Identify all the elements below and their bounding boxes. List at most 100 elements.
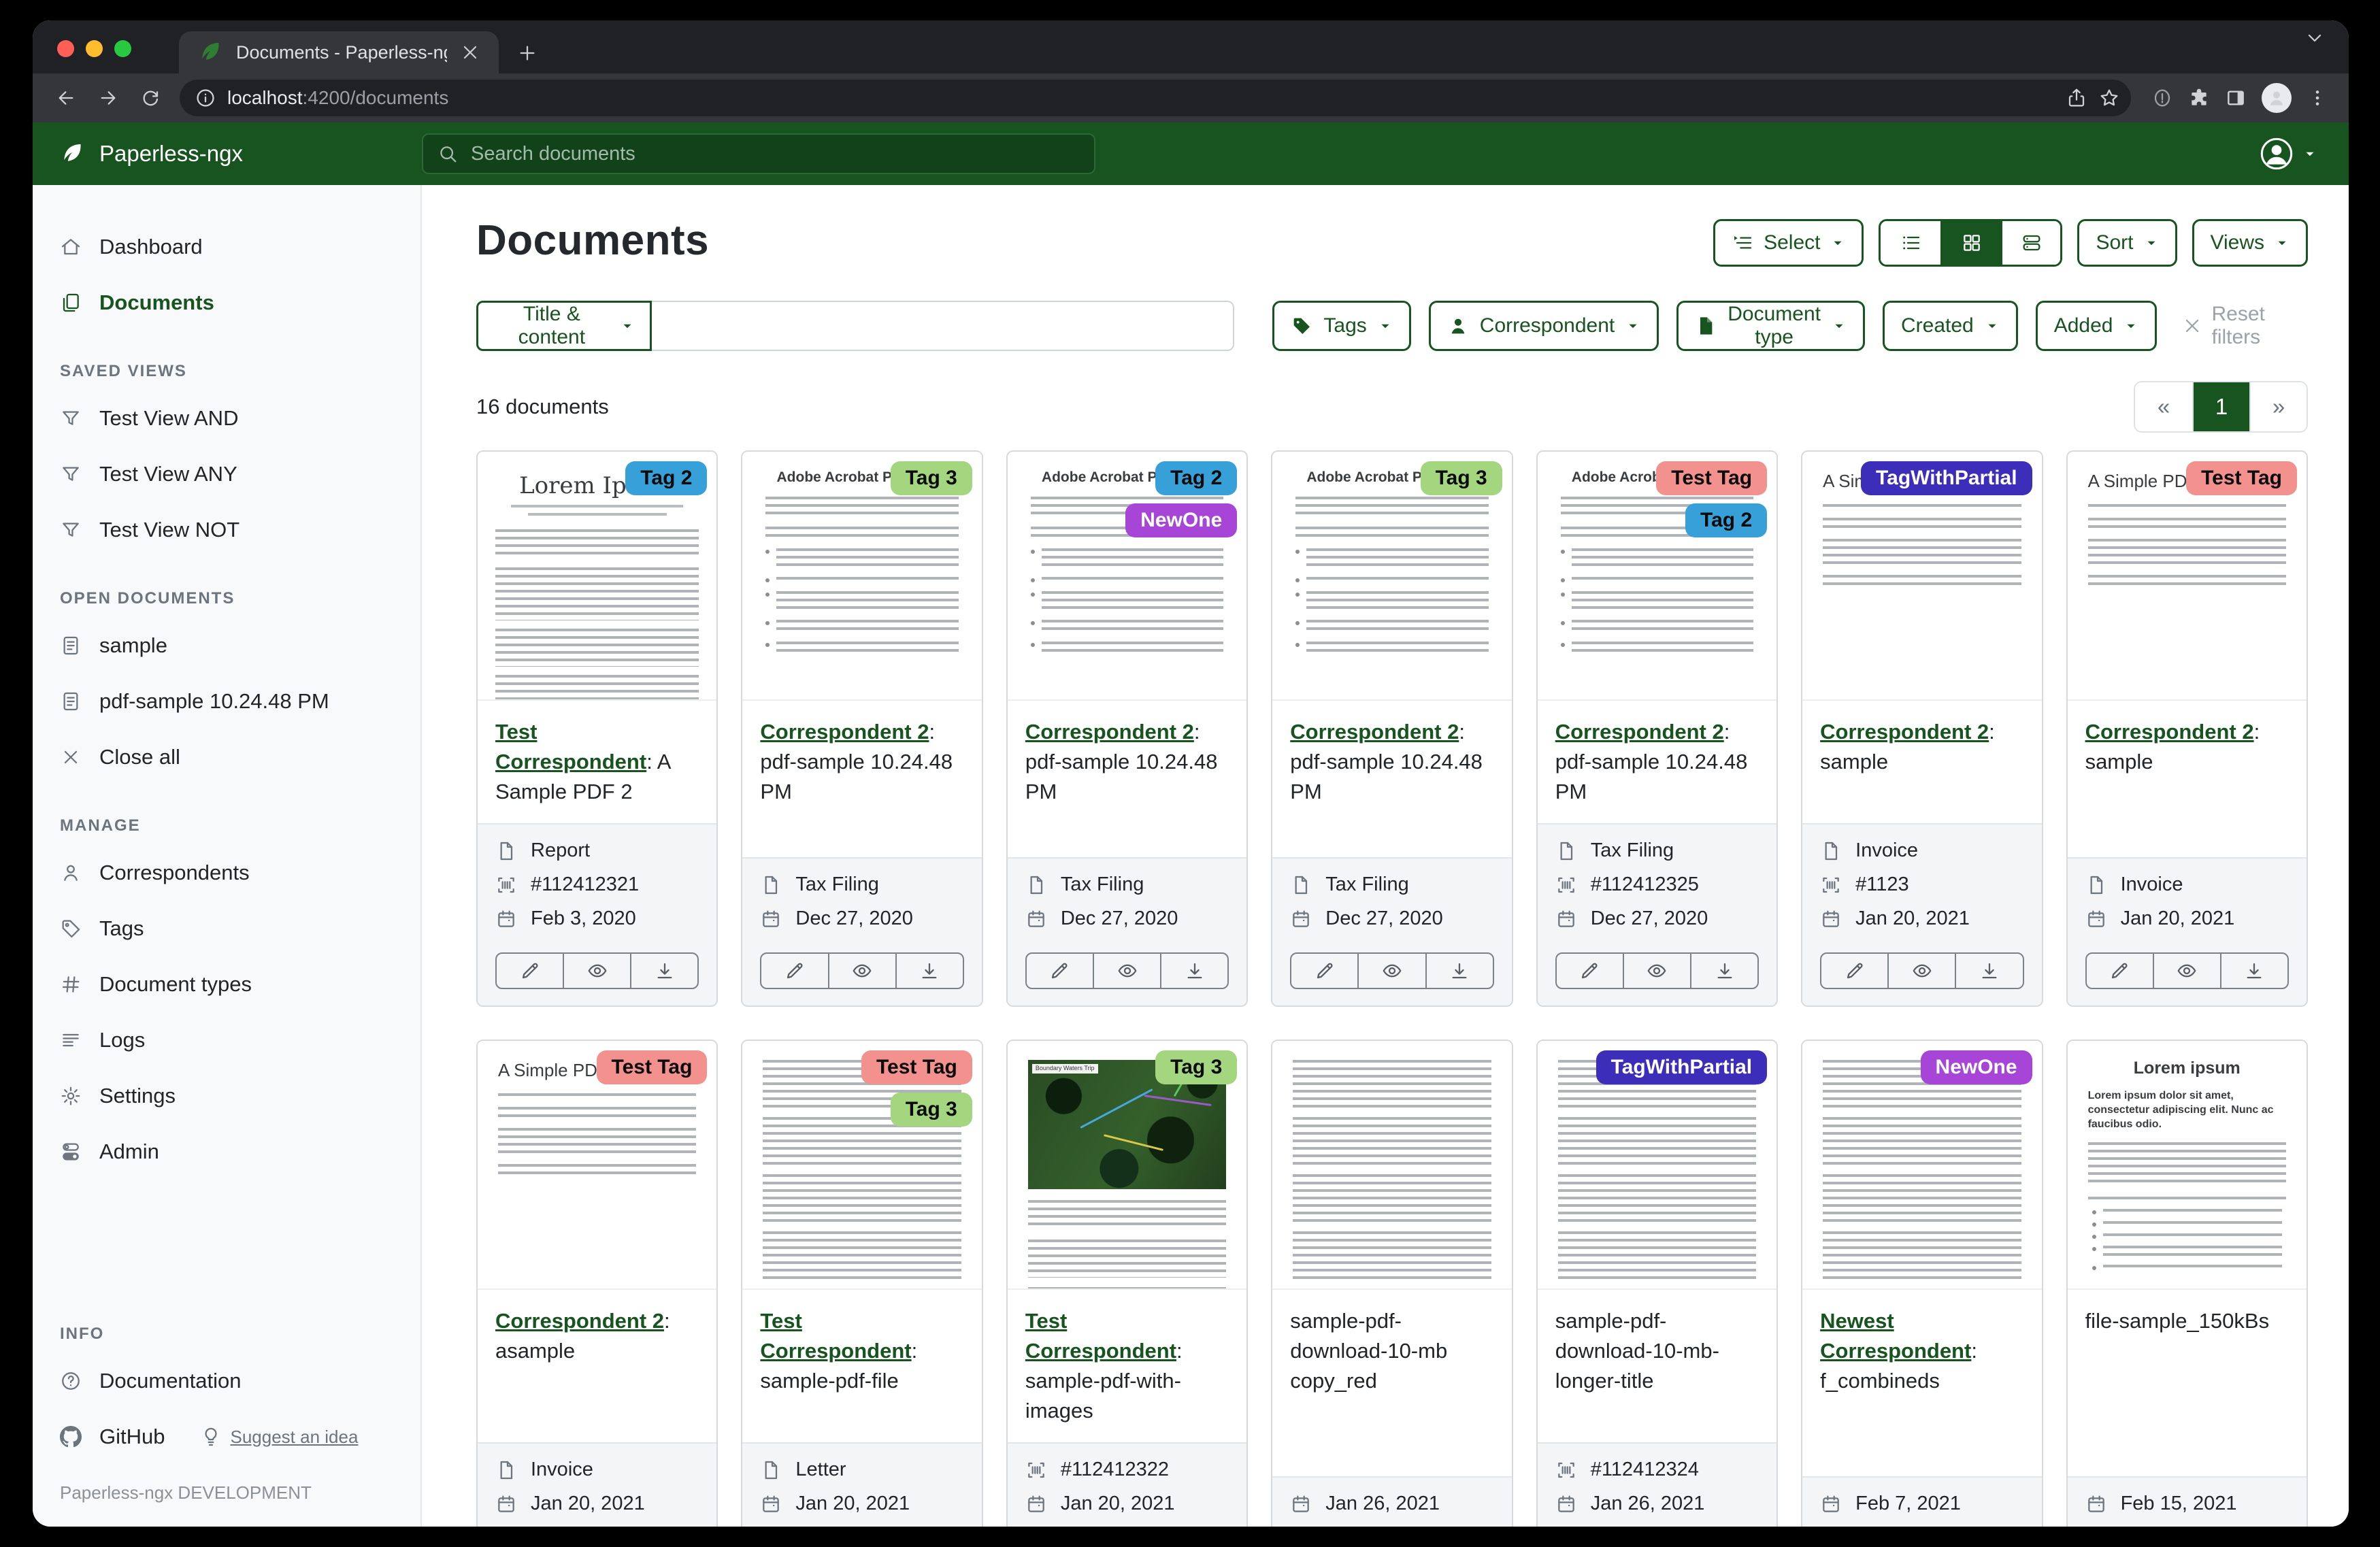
correspondent-link[interactable]: Correspondent 2 bbox=[1555, 720, 1724, 744]
filter-chip-document-type[interactable]: Document type bbox=[1676, 301, 1865, 351]
document-card[interactable]: Tag 2Lorem Ipsum Test Correspondent: A S… bbox=[476, 450, 718, 1007]
bookmark-star-icon[interactable] bbox=[2098, 87, 2120, 109]
pagination-next-button[interactable]: » bbox=[2249, 382, 2307, 431]
document-card[interactable]: Tag 2NewOneAdobe Acrobat PDF Files Corre… bbox=[1006, 450, 1248, 1007]
edit-button[interactable] bbox=[1290, 952, 1359, 989]
document-thumbnail[interactable]: Tag 3Adobe Acrobat PDF Files bbox=[742, 452, 981, 701]
correspondent-link[interactable]: Correspondent 2 bbox=[760, 720, 929, 744]
document-thumbnail[interactable] bbox=[1272, 1041, 1511, 1290]
view-button[interactable] bbox=[1623, 952, 1691, 989]
minimize-window-button[interactable] bbox=[86, 40, 103, 57]
address-bar[interactable]: localhost:4200/documents bbox=[180, 80, 2131, 116]
tag-badge[interactable]: Tag 2 bbox=[1155, 461, 1237, 495]
tag-badge[interactable]: Tag 2 bbox=[625, 461, 707, 495]
browser-menu-icon[interactable] bbox=[2307, 87, 2328, 109]
download-button[interactable] bbox=[630, 952, 699, 989]
document-thumbnail[interactable]: Test TagTag 2Adobe Acrobat PDF Files bbox=[1538, 452, 1776, 701]
document-thumbnail[interactable]: Test Tag Tag 3 bbox=[742, 1041, 981, 1290]
title-content-filter-button[interactable]: Title & content bbox=[476, 301, 652, 351]
correspondent-link[interactable]: Test Correspondent bbox=[495, 720, 646, 774]
user-menu[interactable] bbox=[2259, 136, 2349, 171]
document-card[interactable]: Tag 3Adobe Acrobat PDF Files Corresponde… bbox=[741, 450, 982, 1007]
correspondent-link[interactable]: Newest Correspondent bbox=[1820, 1309, 1971, 1363]
download-button[interactable] bbox=[1425, 952, 1494, 989]
document-card[interactable]: Lorem ipsum Lorem ipsum dolor sit amet, … bbox=[2066, 1039, 2308, 1527]
document-card[interactable]: TagWithPartialA Simple PDF File Correspo… bbox=[1801, 450, 2043, 1007]
document-card[interactable]: NewOne Newest Correspondent: f_combineds… bbox=[1801, 1039, 2043, 1527]
document-thumbnail[interactable]: Tag 3Boundary Waters Trip bbox=[1008, 1041, 1246, 1290]
sidebar-item-correspondents[interactable]: Correspondents bbox=[33, 845, 420, 901]
document-thumbnail[interactable]: Lorem ipsum Lorem ipsum dolor sit amet, … bbox=[2068, 1041, 2307, 1290]
view-button[interactable] bbox=[1357, 952, 1426, 989]
document-card[interactable]: TagWithPartial sample-pdf-download-10-mb… bbox=[1536, 1039, 1778, 1527]
sidebar-item-dashboard[interactable]: Dashboard bbox=[33, 219, 420, 275]
extensions-icon[interactable] bbox=[2188, 87, 2210, 109]
sidebar-item-documents[interactable]: Documents bbox=[33, 275, 420, 331]
document-thumbnail[interactable]: Test TagA Simple PDF File bbox=[2068, 452, 2307, 701]
document-thumbnail[interactable]: NewOne bbox=[1802, 1041, 2041, 1290]
view-button[interactable] bbox=[2153, 952, 2221, 989]
sidebar-item-sample[interactable]: sample bbox=[33, 618, 420, 673]
global-search[interactable] bbox=[422, 133, 1095, 174]
document-thumbnail[interactable]: Tag 2NewOneAdobe Acrobat PDF Files bbox=[1008, 452, 1246, 701]
download-button[interactable] bbox=[1690, 952, 1759, 989]
edit-button[interactable] bbox=[1820, 952, 1889, 989]
tag-badge[interactable]: TagWithPartial bbox=[1596, 1050, 1768, 1084]
sidebar-item-settings[interactable]: Settings bbox=[33, 1068, 420, 1124]
tag-badge[interactable]: Test Tag bbox=[861, 1050, 972, 1084]
views-button[interactable]: Views bbox=[2192, 219, 2308, 267]
filter-chip-tags[interactable]: Tags bbox=[1272, 301, 1410, 351]
document-thumbnail[interactable]: TagWithPartial bbox=[1538, 1041, 1776, 1290]
document-thumbnail[interactable]: Test TagA Simple PDF File bbox=[478, 1041, 716, 1290]
download-button[interactable] bbox=[1955, 952, 2023, 989]
sidebar-item-close-all[interactable]: Close all bbox=[33, 729, 420, 785]
share-icon[interactable] bbox=[2066, 87, 2087, 109]
new-tab-button[interactable] bbox=[516, 42, 538, 64]
correspondent-link[interactable]: Correspondent 2 bbox=[2085, 720, 2254, 744]
correspondent-link[interactable]: Correspondent 2 bbox=[495, 1309, 664, 1333]
tab-search-chevron-icon[interactable] bbox=[2304, 27, 2326, 49]
password-manager-icon[interactable] bbox=[2151, 87, 2173, 109]
sidebar-item-test-view-not[interactable]: Test View NOT bbox=[33, 502, 420, 558]
tag-badge[interactable]: TagWithPartial bbox=[1861, 461, 2032, 495]
sidebar-item-test-view-and[interactable]: Test View AND bbox=[33, 390, 420, 446]
select-button[interactable]: Select bbox=[1713, 219, 1864, 267]
maximize-window-button[interactable] bbox=[114, 40, 131, 57]
tag-badge[interactable]: Test Tag bbox=[597, 1050, 708, 1084]
tag-badge[interactable]: Tag 2 bbox=[1685, 503, 1767, 537]
sidebar-item-document-types[interactable]: Document types bbox=[33, 957, 420, 1012]
correspondent-link[interactable]: Correspondent 2 bbox=[1025, 720, 1194, 744]
filter-chip-created[interactable]: Created bbox=[1883, 301, 2018, 351]
tag-badge[interactable]: Tag 3 bbox=[891, 1093, 972, 1127]
document-card[interactable]: Test TagTag 2Adobe Acrobat PDF Files Cor… bbox=[1536, 450, 1778, 1007]
tag-badge[interactable]: Test Tag bbox=[2186, 461, 2297, 495]
search-input[interactable] bbox=[471, 143, 1080, 165]
view-button[interactable] bbox=[563, 952, 631, 989]
sidebar-item-pdf-sample-10-24-48-pm[interactable]: pdf-sample 10.24.48 PM bbox=[33, 673, 420, 729]
view-button[interactable] bbox=[1093, 952, 1161, 989]
document-card[interactable]: Tag 3Adobe Acrobat PDF Files Corresponde… bbox=[1271, 450, 1513, 1007]
sidebar-link-suggest-an-idea[interactable]: Suggest an idea bbox=[200, 1426, 358, 1448]
filter-text-input[interactable] bbox=[652, 301, 1235, 351]
view-mode-detail-button[interactable] bbox=[2000, 221, 2060, 265]
site-info-icon[interactable] bbox=[195, 87, 216, 109]
sidebar-item-test-view-any[interactable]: Test View ANY bbox=[33, 446, 420, 502]
download-button[interactable] bbox=[895, 952, 964, 989]
correspondent-link[interactable]: Test Correspondent bbox=[1025, 1309, 1176, 1363]
document-thumbnail[interactable]: Tag 3Adobe Acrobat PDF Files bbox=[1272, 452, 1511, 701]
pagination-page-1[interactable]: 1 bbox=[2192, 382, 2249, 431]
side-panel-icon[interactable] bbox=[2225, 87, 2247, 109]
edit-button[interactable] bbox=[495, 952, 564, 989]
view-button[interactable] bbox=[1887, 952, 1956, 989]
tag-badge[interactable]: Tag 3 bbox=[1421, 461, 1502, 495]
browser-tab[interactable]: Documents - Paperless-ngx bbox=[179, 31, 499, 73]
view-mode-grid-button[interactable] bbox=[1940, 221, 2000, 265]
edit-button[interactable] bbox=[1025, 952, 1094, 989]
sidebar-item-github[interactable]: GitHubSuggest an idea bbox=[33, 1409, 420, 1465]
tag-badge[interactable]: Test Tag bbox=[1656, 461, 1767, 495]
edit-button[interactable] bbox=[1555, 952, 1624, 989]
sidebar-item-logs[interactable]: Logs bbox=[33, 1012, 420, 1068]
document-card[interactable]: sample-pdf-download-10-mb copy_red Jan 2… bbox=[1271, 1039, 1513, 1527]
reset-filters-button[interactable]: Reset filters bbox=[2181, 303, 2308, 349]
sidebar-item-tags[interactable]: Tags bbox=[33, 901, 420, 957]
